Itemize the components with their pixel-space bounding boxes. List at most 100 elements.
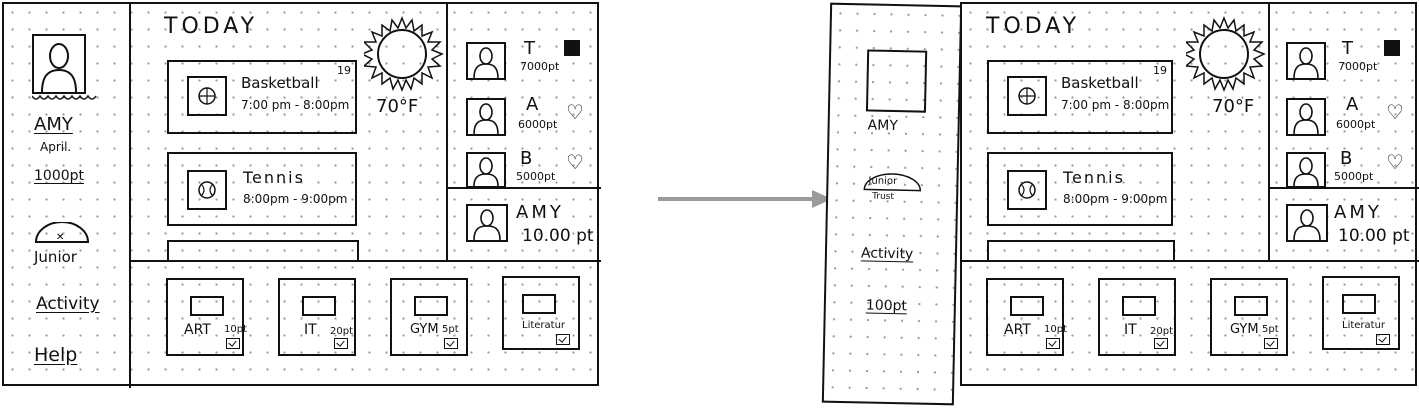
checkbox-icon[interactable] (1264, 338, 1278, 349)
leader-initial: B (520, 148, 533, 169)
leader-initial: B (1340, 148, 1353, 169)
event-card-basketball[interactable]: Basketball 19 7:00 pm - 8:00pm (987, 60, 1173, 134)
category-image-placeholder (190, 296, 224, 316)
heart-icon: ♡ (1386, 100, 1404, 124)
self-points: 10.00 pt (1338, 226, 1410, 246)
sidebar-rank-line2: Trust (872, 191, 895, 203)
sun-icon (364, 16, 444, 92)
category-points: 10pt (1044, 324, 1067, 335)
sketch-main-screen-copy: TODAY 70°F Basketball 19 7:00 pm - 8:00p… (960, 2, 1419, 386)
nav-help[interactable]: Help (34, 344, 77, 366)
profile-avatar[interactable] (32, 34, 86, 94)
sidebar-activity[interactable]: Activity (861, 245, 914, 262)
user-name: AMY (34, 114, 73, 135)
transition-arrow-icon (658, 190, 832, 208)
leader-avatar (1286, 98, 1326, 136)
leader-initial: T (524, 38, 535, 59)
profile-avatar-placeholder[interactable] (865, 49, 928, 113)
category-points: 5pt (442, 324, 459, 335)
event-time: 8:00pm - 9:00pm (243, 192, 348, 206)
leader-points: 6000pt (1336, 118, 1376, 131)
event-icon-frame (187, 76, 227, 116)
category-points: 20pt (1150, 326, 1173, 337)
category-name: GYM (410, 322, 439, 337)
event-card-partial (987, 240, 1175, 260)
person-icon (1293, 103, 1319, 135)
person-icon (41, 43, 77, 93)
category-image-placeholder (1234, 296, 1268, 316)
self-avatar (1286, 204, 1328, 242)
category-image-placeholder (302, 296, 336, 316)
user-points: 1000pt (34, 168, 85, 184)
category-card-gym[interactable]: GYM 5pt (1210, 278, 1288, 356)
leader-avatar (466, 42, 506, 80)
leader-initial: A (526, 94, 539, 115)
event-icon-frame (1007, 76, 1047, 116)
leader-initial: T (1342, 38, 1353, 59)
category-points: 20pt (330, 326, 353, 337)
checkbox-icon[interactable] (556, 334, 570, 345)
leaderboard-divider (446, 4, 448, 260)
category-divider (962, 260, 1419, 262)
leaderboard-divider (1268, 4, 1270, 260)
sidebar-user-name: AMY (867, 117, 899, 135)
category-image-placeholder (522, 294, 556, 314)
leader-points: 7000pt (1338, 60, 1378, 73)
checkbox-icon[interactable] (444, 338, 458, 349)
event-time: 7:00 pm - 8:00pm (241, 98, 350, 112)
category-card-gym[interactable]: GYM 5pt (390, 278, 468, 356)
person-icon (1293, 157, 1319, 187)
basketball-icon (198, 87, 216, 105)
sketch-expanded-sidebar: AMY Junior Trust Activity 100pt (821, 2, 963, 406)
leader-initial: A (1346, 94, 1359, 115)
leader-avatar (1286, 42, 1326, 80)
event-card-tennis[interactable]: Tennis 8:00pm - 9:00pm (987, 152, 1173, 226)
event-name: Tennis (1063, 168, 1125, 187)
category-image-placeholder (414, 296, 448, 316)
category-card-literature[interactable]: Literatur (1322, 276, 1400, 350)
leader-points: 5000pt (516, 170, 556, 183)
temperature: 70°F (376, 96, 419, 117)
checkbox-icon[interactable] (334, 338, 348, 349)
checkbox-icon[interactable] (1376, 334, 1390, 345)
self-name: AMY (1334, 202, 1382, 223)
category-points: 5pt (1262, 324, 1279, 335)
event-card-basketball[interactable]: Basketball 19 7:00 pm - 8:00pm (167, 60, 357, 134)
sketch-main-screen: AMY April. 1000pt ✕ Junior Activity Help… (2, 2, 601, 388)
event-time: 7:00 pm - 8:00pm (1061, 98, 1170, 112)
sun-icon (1186, 16, 1266, 92)
rank-label: Junior (34, 248, 77, 266)
category-card-literature[interactable]: Literatur (502, 276, 580, 350)
category-image-placeholder (1342, 294, 1376, 314)
event-card-tennis[interactable]: Tennis 8:00pm - 9:00pm (167, 152, 357, 226)
user-month: April. (40, 140, 72, 154)
rank-badge-icon: ✕ (34, 222, 90, 243)
checkbox-icon[interactable] (226, 338, 240, 349)
leader-avatar (1286, 152, 1326, 188)
category-card-art[interactable]: ART 10pt (166, 278, 247, 356)
svg-text:✕: ✕ (56, 232, 64, 243)
category-card-it[interactable]: IT 20pt (1098, 278, 1176, 356)
category-name: GYM (1230, 322, 1259, 337)
person-icon (473, 209, 501, 241)
event-date: 19 (337, 64, 351, 77)
leader-avatar (466, 152, 506, 188)
sidebar-divider (129, 4, 131, 388)
tennis-ball-icon (1018, 181, 1036, 199)
sidebar-points: 100pt (865, 297, 908, 315)
category-name: Literatur (1342, 320, 1386, 331)
checkbox-icon[interactable] (1046, 338, 1060, 349)
category-name: IT (1124, 322, 1137, 338)
today-title: TODAY (986, 14, 1081, 39)
category-card-art[interactable]: ART 10pt (986, 278, 1067, 356)
nav-activity[interactable]: Activity (36, 294, 100, 314)
basketball-icon (1018, 87, 1036, 105)
checkbox-icon[interactable] (1154, 338, 1168, 349)
category-divider (129, 260, 601, 262)
category-image-placeholder (1122, 296, 1156, 316)
category-name: Literatur (522, 320, 566, 331)
temperature: 70°F (1212, 96, 1255, 117)
category-card-it[interactable]: IT 20pt (278, 278, 356, 356)
self-name: AMY (516, 202, 564, 223)
person-icon (1293, 47, 1319, 79)
